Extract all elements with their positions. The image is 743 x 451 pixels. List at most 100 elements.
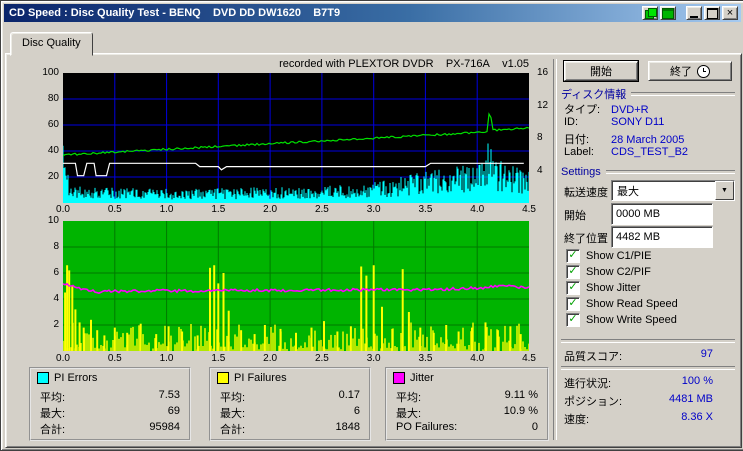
tick-label: 2.5 — [310, 204, 334, 216]
pi-errors-panel-title: PI Errors — [37, 372, 97, 384]
panel-divider — [553, 59, 557, 440]
copy-chart-button[interactable] — [642, 6, 658, 20]
tick-label: 80 — [25, 93, 59, 105]
tick-label: 1.5 — [206, 204, 230, 216]
start-pos-row-label: 開始 — [564, 207, 586, 223]
tick-label: 4.0 — [465, 353, 489, 365]
pif-jitter-chart — [63, 221, 529, 351]
speed-row-label: 転送速度 — [564, 184, 608, 200]
disc-label-value: CDS_TEST_B2 — [611, 146, 688, 158]
checkbox-show-write-speed[interactable]: ✓Show Write Speed — [566, 313, 677, 327]
disc-id-row: ID:SONY D11 — [564, 116, 664, 128]
checkbox-box: ✓ — [566, 281, 580, 295]
tick-label: 6 — [25, 267, 59, 279]
quality-chart-y-axis-left: 10080604020 — [25, 67, 59, 197]
progress-row: 進行状況: 100 % — [564, 375, 713, 391]
disc-id-value: SONY D11 — [611, 116, 664, 128]
stat-value: 9.11 % — [505, 389, 538, 405]
pi-failures-panel-title: PI Failures — [217, 372, 287, 384]
stat-value: 69 — [168, 405, 180, 421]
minimize-button[interactable] — [686, 6, 702, 20]
checkbox-box: ✓ — [566, 249, 580, 263]
save-chart-button[interactable] — [660, 6, 676, 20]
window-title: CD Speed : Disc Quality Test - BENQ DVD … — [9, 7, 340, 19]
checkbox-box: ✓ — [566, 265, 580, 279]
quality-score-value: 97 — [701, 348, 713, 364]
close-button[interactable]: × — [722, 6, 738, 20]
minimize-icon — [690, 16, 698, 18]
position-label: ポジション: — [564, 393, 622, 409]
tick-label: 1.5 — [206, 353, 230, 365]
jitter-panel: Jitter 平均:9.11 % 最大:10.9 % PO Failures:0 — [385, 367, 549, 441]
progress-value: 100 % — [682, 375, 713, 391]
transfer-speed-label: 転送速度 — [564, 187, 608, 199]
pif-chart-y-axis-left: 108642 — [25, 215, 59, 345]
start-pos-field[interactable] — [611, 203, 713, 225]
jitter-panel-title: Jitter — [393, 372, 434, 384]
quality-chart-x-axis: 0.00.51.01.52.02.53.03.54.04.5 — [63, 204, 529, 216]
close-icon: × — [727, 7, 733, 19]
tab-disc-quality[interactable]: Disc Quality — [10, 32, 93, 56]
stat-label: 平均: — [396, 389, 421, 405]
checkbox-show-jitter[interactable]: ✓Show Jitter — [566, 281, 640, 295]
tick-label: 10 — [25, 215, 59, 227]
checkbox-show-c2-pif[interactable]: ✓Show C2/PIF — [566, 265, 651, 279]
tick-label: 2.0 — [258, 353, 282, 365]
transfer-speed-value: 最大 — [612, 181, 715, 200]
disk-icon — [662, 8, 674, 19]
speed-label: 速度: — [564, 411, 589, 427]
maximize-button[interactable] — [704, 6, 720, 20]
tick-label: 1.0 — [155, 204, 179, 216]
tick-label: 8 — [537, 132, 543, 144]
stat-label: 平均: — [220, 389, 245, 405]
stat-label: 最大: — [220, 405, 245, 421]
tick-label: 3.0 — [362, 204, 386, 216]
pi-failures-swatch — [217, 372, 229, 384]
maximize-icon — [707, 8, 718, 19]
tick-label: 4.5 — [517, 353, 541, 365]
disc-date-value: 28 March 2005 — [611, 134, 684, 146]
checkbox-show-c1-pie[interactable]: ✓ Show C1/PIE — [566, 249, 651, 263]
start-button-label: 開始 — [590, 63, 612, 79]
disc-date-label: 日付: — [564, 131, 611, 147]
stat-label: 合計: — [40, 421, 65, 437]
disc-type-value: DVD+R — [611, 104, 649, 116]
disc-type-row: タイプ:DVD+R — [564, 101, 649, 117]
stat-value: 95984 — [149, 421, 180, 437]
disc-info-header-label: ディスク情報 — [561, 86, 626, 102]
tick-label: 0.0 — [51, 353, 75, 365]
checkbox-show-read-speed[interactable]: ✓Show Read Speed — [566, 297, 678, 311]
position-value: 4481 MB — [669, 393, 713, 409]
app-window: CD Speed : Disc Quality Test - BENQ DVD … — [0, 0, 743, 451]
tick-label: 16 — [537, 67, 548, 79]
separator — [561, 339, 735, 343]
tick-label: 4 — [537, 165, 543, 177]
stat-value: 1848 — [336, 421, 360, 437]
clock-icon — [697, 65, 710, 78]
end-pos-field[interactable] — [611, 226, 713, 248]
tick-label: 8 — [25, 241, 59, 253]
jitter-title-label: Jitter — [410, 372, 434, 384]
tick-label: 4 — [25, 293, 59, 305]
chevron-down-icon[interactable]: ▼ — [715, 181, 734, 200]
settings-section-header: Settings — [561, 166, 735, 178]
pi-failures-title-label: PI Failures — [234, 372, 287, 384]
stat-value: 0.17 — [339, 389, 360, 405]
pi-errors-swatch — [37, 372, 49, 384]
quality-score-label: 品質スコア: — [564, 348, 622, 364]
speed-value: 8.36 X — [681, 411, 713, 427]
checkbox-label: Show C1/PIE — [586, 250, 651, 262]
start-button[interactable]: 開始 — [564, 61, 638, 81]
stat-label: 合計: — [220, 421, 245, 437]
exit-button[interactable]: 終了 — [648, 61, 732, 81]
tick-label: 4.5 — [517, 204, 541, 216]
separator — [561, 366, 735, 370]
quality-score-row: 品質スコア: 97 — [564, 348, 713, 364]
checkbox-box: ✓ — [566, 313, 580, 327]
transfer-speed-select[interactable]: 最大 ▼ — [611, 180, 735, 201]
stat-value: 6 — [354, 405, 360, 421]
disc-type-label: タイプ: — [564, 101, 611, 117]
stat-label: 平均: — [40, 389, 65, 405]
recorded-with-label: recorded with PLEXTOR DVDR PX-716A v1.05 — [181, 58, 529, 70]
titlebar[interactable]: CD Speed : Disc Quality Test - BENQ DVD … — [4, 4, 741, 22]
